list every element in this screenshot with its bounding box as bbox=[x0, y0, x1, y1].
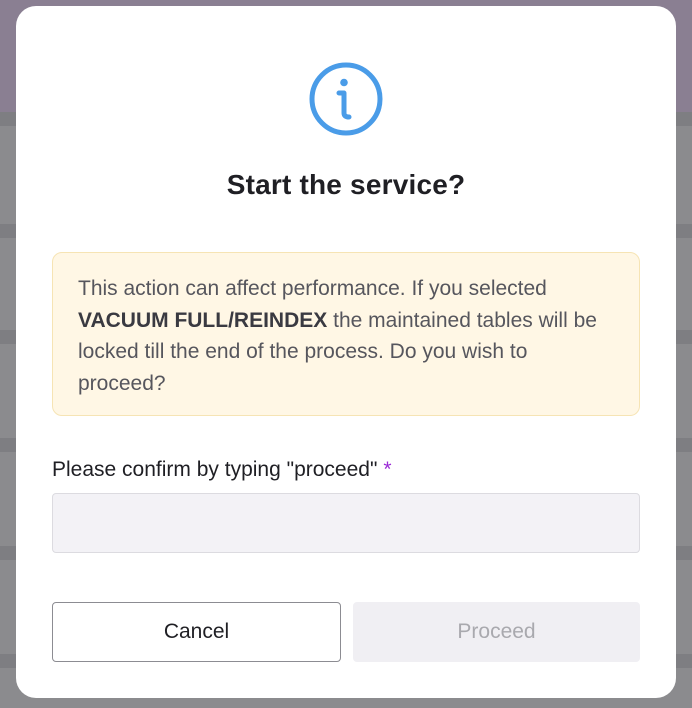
confirm-input[interactable] bbox=[52, 493, 640, 553]
confirm-field-label: Please confirm by typing "proceed" * bbox=[52, 458, 392, 482]
warning-text-bold: VACUUM FULL/REINDEX bbox=[78, 308, 328, 332]
confirm-label-text: Please confirm by typing "proceed" bbox=[52, 458, 378, 481]
cancel-button[interactable]: Cancel bbox=[52, 602, 341, 662]
warning-message: This action can affect performance. If y… bbox=[52, 252, 640, 416]
confirm-dialog: Start the service? This action can affec… bbox=[16, 6, 676, 698]
required-marker: * bbox=[383, 458, 392, 481]
dialog-title: Start the service? bbox=[226, 169, 466, 200]
info-icon bbox=[309, 62, 383, 136]
proceed-button[interactable]: Proceed bbox=[353, 602, 640, 662]
warning-text-start: This action can affect performance. If y… bbox=[78, 277, 547, 300]
